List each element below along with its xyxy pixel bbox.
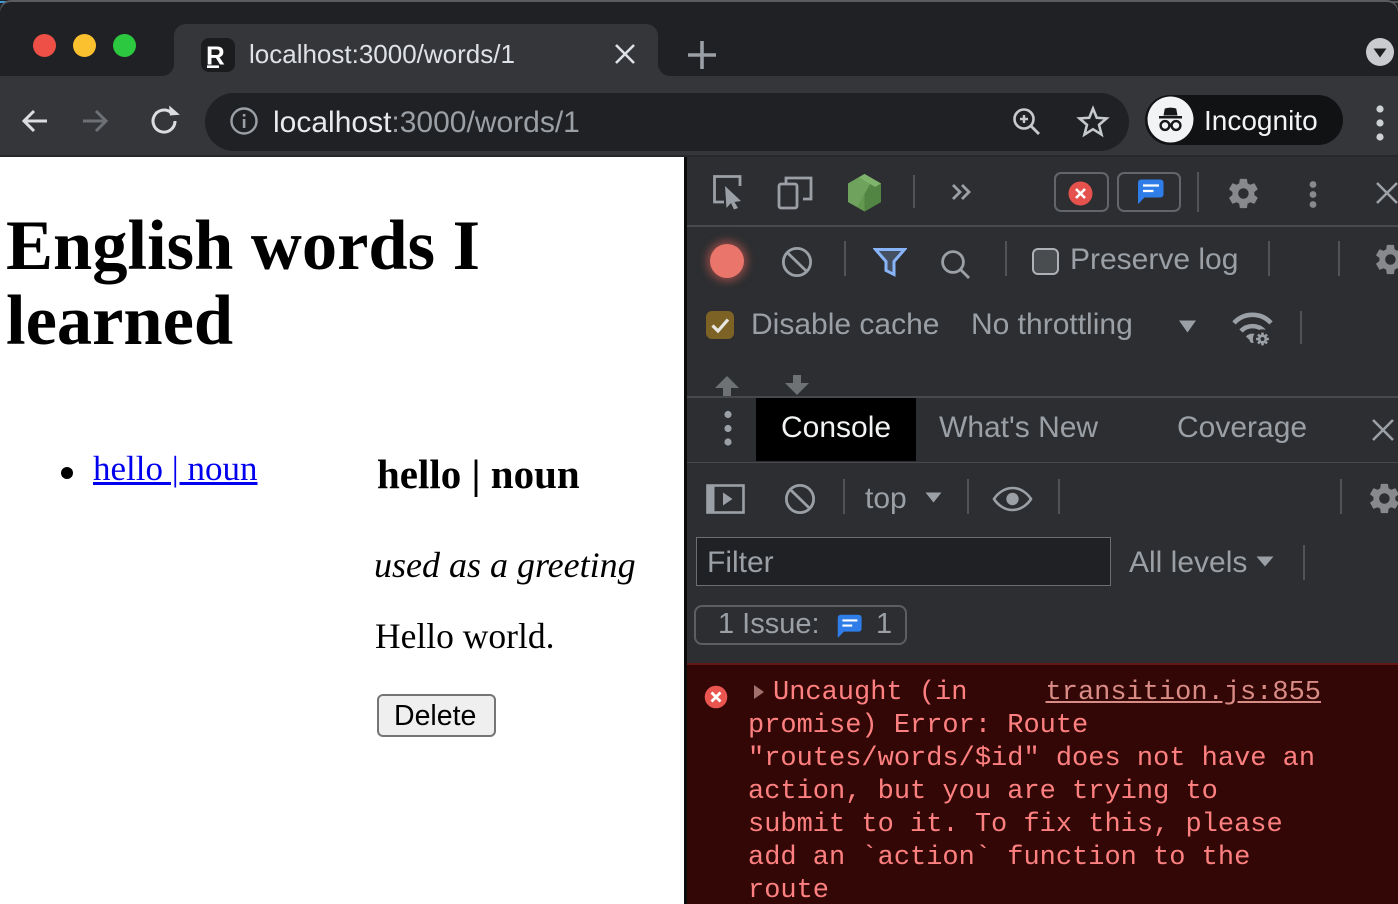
svg-text:R: R [206,42,225,68]
